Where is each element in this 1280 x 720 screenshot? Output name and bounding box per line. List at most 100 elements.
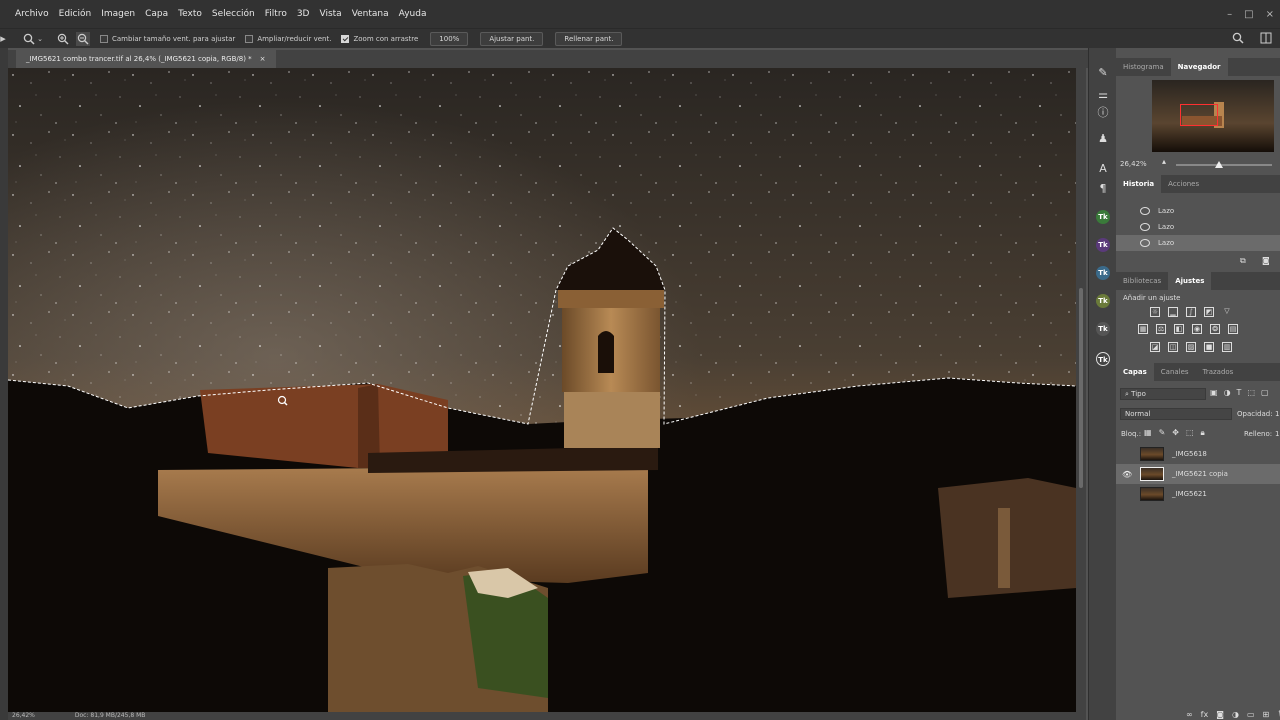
- vibrance-icon[interactable]: ▽: [1222, 307, 1232, 317]
- zoom-tool-icon[interactable]: [22, 32, 36, 46]
- opacity-value[interactable]: 1: [1275, 410, 1279, 418]
- gradient-map-icon[interactable]: ▥: [1222, 342, 1232, 352]
- paragraph-icon[interactable]: ¶: [1096, 182, 1110, 196]
- new-group-icon[interactable]: ▭: [1247, 710, 1255, 719]
- history-item-selected[interactable]: Lazo: [1116, 235, 1280, 251]
- tab-navigator[interactable]: Navegador: [1170, 58, 1228, 76]
- hue-saturation-icon[interactable]: ▦: [1138, 324, 1148, 334]
- info-icon[interactable]: ⓘ: [1096, 106, 1110, 120]
- layer-item[interactable]: _IMG5618: [1116, 444, 1280, 464]
- lock-artboard-icon[interactable]: ⬚: [1186, 428, 1194, 438]
- color-balance-icon[interactable]: ⚖: [1156, 324, 1166, 334]
- filter-shape-icon[interactable]: ⬚: [1247, 388, 1255, 397]
- tk-plugin-icon[interactable]: Tk: [1096, 210, 1110, 224]
- navigator-zoom-slider-thumb[interactable]: [1215, 161, 1224, 168]
- tab-paths[interactable]: Trazados: [1196, 363, 1241, 381]
- history-item[interactable]: Lazo: [1116, 203, 1280, 219]
- resize-windows-checkbox[interactable]: Cambiar tamaño vent. para ajustar: [100, 34, 235, 43]
- document-canvas[interactable]: [8, 68, 1076, 712]
- canvas-vertical-scrollbar[interactable]: [1076, 68, 1086, 712]
- levels-icon[interactable]: ▁: [1168, 307, 1178, 317]
- photo-filter-icon[interactable]: ◉: [1192, 324, 1202, 334]
- zoom-all-windows-checkbox[interactable]: Ampliar/reducir vent.: [245, 34, 331, 43]
- tab-layers[interactable]: Capas: [1116, 363, 1154, 381]
- layer-item-selected[interactable]: 👁︎ _IMG5621 copia: [1116, 464, 1280, 484]
- menu-vista[interactable]: Vista: [314, 0, 346, 28]
- brightness-icon[interactable]: ☼: [1150, 307, 1160, 317]
- chevron-down-icon[interactable]: ⌄: [36, 32, 44, 46]
- character-icon[interactable]: A: [1096, 162, 1110, 176]
- black-white-icon[interactable]: ◧: [1174, 324, 1184, 334]
- tk-plugin-icon[interactable]: Tk: [1096, 238, 1110, 252]
- tab-history[interactable]: Historia: [1116, 175, 1162, 193]
- new-document-from-state-icon[interactable]: ⧉: [1240, 256, 1246, 266]
- checkbox-box[interactable]: [100, 34, 108, 43]
- tk-plugin-icon[interactable]: Tk: [1096, 322, 1110, 336]
- status-zoom[interactable]: 26,42%: [12, 712, 35, 720]
- close-window-button[interactable]: ×: [1266, 9, 1274, 20]
- add-mask-icon[interactable]: ◙: [1216, 710, 1224, 719]
- tk-plugin-icon[interactable]: Tk: [1096, 294, 1110, 308]
- menu-archivo[interactable]: Archivo: [10, 0, 54, 28]
- channel-mixer-icon[interactable]: ❂: [1210, 324, 1220, 334]
- menu-3d[interactable]: 3D: [292, 0, 315, 28]
- tab-actions[interactable]: Acciones: [1161, 175, 1206, 193]
- selective-color-icon[interactable]: ■: [1204, 342, 1214, 352]
- lock-move-icon[interactable]: ✥: [1172, 428, 1179, 438]
- tab-libraries[interactable]: Bibliotecas: [1116, 272, 1168, 290]
- menu-ayuda[interactable]: Ayuda: [394, 0, 432, 28]
- fill-screen-button[interactable]: Rellenar pant.: [555, 31, 623, 46]
- tab-histogram[interactable]: Histograma: [1116, 58, 1171, 76]
- zoom-out-icon[interactable]: [76, 31, 90, 46]
- zoom-in-icon[interactable]: [56, 32, 70, 46]
- history-item[interactable]: Lazo: [1116, 219, 1280, 235]
- fill-value[interactable]: 1: [1275, 430, 1279, 438]
- posterize-icon[interactable]: ◫: [1168, 342, 1178, 352]
- layer-item[interactable]: _IMG5621: [1116, 484, 1280, 504]
- threshold-icon[interactable]: ▨: [1186, 342, 1196, 352]
- search-icon[interactable]: [1232, 32, 1244, 47]
- workspace-icon[interactable]: [1260, 32, 1272, 47]
- navigator-view-box[interactable]: [1180, 104, 1218, 126]
- menu-ventana[interactable]: Ventana: [347, 0, 394, 28]
- exposure-icon[interactable]: ◩: [1204, 307, 1214, 317]
- menu-imagen[interactable]: Imagen: [96, 0, 140, 28]
- tab-adjustments[interactable]: Ajustes: [1168, 272, 1212, 290]
- scrubby-zoom-checkbox[interactable]: Zoom con arrastre: [341, 34, 418, 43]
- menu-filtro[interactable]: Filtro: [260, 0, 292, 28]
- menu-seleccion[interactable]: Selección: [207, 0, 260, 28]
- lock-all-icon[interactable]: 🔒︎: [1201, 428, 1205, 438]
- filter-type-icon[interactable]: T: [1237, 388, 1242, 397]
- zoom-out-small-icon[interactable]: ▴: [1162, 157, 1166, 166]
- menu-edicion[interactable]: Edición: [54, 0, 97, 28]
- color-lookup-icon[interactable]: ▤: [1228, 324, 1238, 334]
- tk-plugin-icon[interactable]: Tk: [1096, 266, 1110, 280]
- navigator-zoom-value[interactable]: 26,42%: [1120, 160, 1147, 168]
- link-layers-icon[interactable]: ∞: [1186, 710, 1193, 719]
- layer-filter-select[interactable]: ⌕ Tipo: [1120, 388, 1206, 400]
- filter-pixel-icon[interactable]: ▣: [1210, 388, 1218, 397]
- invert-icon[interactable]: ◪: [1150, 342, 1160, 352]
- eye-icon[interactable]: 👁︎: [1122, 470, 1134, 479]
- clone-source-icon[interactable]: ♟: [1096, 132, 1110, 146]
- curves-icon[interactable]: ∫: [1186, 307, 1196, 317]
- menu-texto[interactable]: Texto: [173, 0, 207, 28]
- lock-transparent-icon[interactable]: ▦: [1144, 428, 1152, 438]
- blend-mode-select[interactable]: Normal: [1120, 408, 1232, 420]
- document-tab[interactable]: _IMG5621 combo trancer.tif al 26,4% (_IM…: [16, 50, 276, 68]
- filter-smart-icon[interactable]: ▢: [1261, 388, 1269, 397]
- new-layer-icon[interactable]: ⊞: [1263, 710, 1270, 719]
- scrollbar-thumb[interactable]: [1079, 288, 1083, 488]
- tab-channels[interactable]: Canales: [1154, 363, 1196, 381]
- tools-panel-edge[interactable]: [0, 48, 8, 720]
- fit-screen-button[interactable]: Ajustar pant.: [480, 31, 544, 46]
- zoom-100-button[interactable]: 100%: [430, 31, 469, 46]
- menu-capa[interactable]: Capa: [140, 0, 173, 28]
- minimize-button[interactable]: –: [1227, 9, 1232, 20]
- new-adjustment-icon[interactable]: ◑: [1232, 710, 1239, 719]
- lock-paint-icon[interactable]: ✎: [1159, 428, 1166, 438]
- adjust-sliders-icon[interactable]: ⚌: [1096, 88, 1110, 102]
- filter-adjustment-icon[interactable]: ◑: [1224, 388, 1231, 397]
- navigator-thumbnail[interactable]: [1152, 80, 1274, 152]
- checkbox-box-checked[interactable]: [341, 34, 350, 43]
